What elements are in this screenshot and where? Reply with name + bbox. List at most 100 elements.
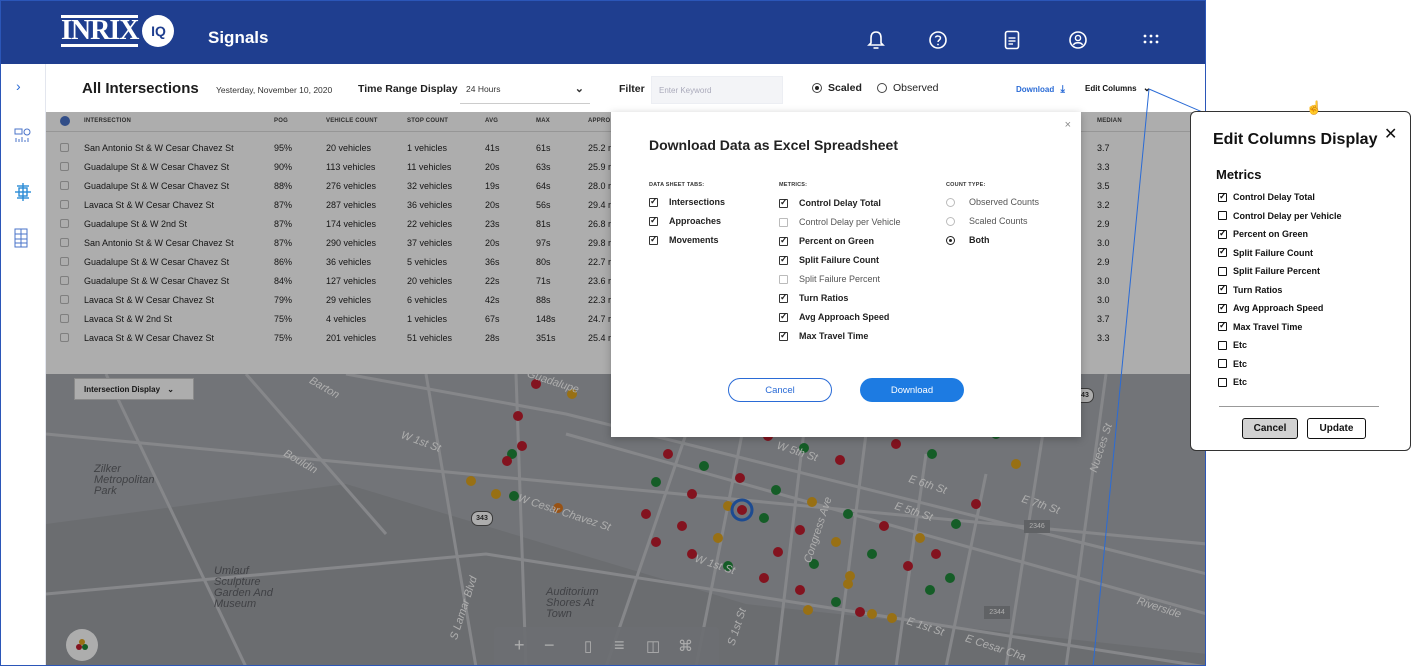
metric-option[interactable]: Control Delay per Vehicle <box>779 217 901 227</box>
divider <box>1219 406 1379 407</box>
checkbox-checked-icon <box>779 292 788 303</box>
count-type-option[interactable]: Scaled Counts <box>946 216 1028 226</box>
date-label: Yesterday, November 10, 2020 <box>216 85 333 95</box>
top-bar: INRIX IQ Signals <box>1 1 1205 64</box>
radio-unselected-icon <box>946 216 955 226</box>
bell-icon[interactable] <box>863 27 889 53</box>
help-icon[interactable] <box>925 27 951 53</box>
sheet-option[interactable]: Intersections <box>649 196 726 207</box>
network-icon[interactable] <box>14 182 32 201</box>
checkbox-checked-icon <box>649 234 658 245</box>
column-option[interactable]: Split Failure Count <box>1218 246 1313 258</box>
radio-unselected-icon <box>877 83 887 93</box>
account-icon[interactable] <box>1065 27 1091 53</box>
checkbox-checked-icon <box>779 330 788 341</box>
close-icon[interactable]: × <box>1065 119 1071 131</box>
metric-option[interactable]: Percent on Green <box>779 235 874 246</box>
column-option-label: Avg Approach Speed <box>1233 303 1324 313</box>
count-type-header: COUNT TYPE: <box>946 182 986 188</box>
checkbox-unchecked-icon <box>1218 211 1227 220</box>
checkbox-unchecked-icon <box>1218 359 1227 368</box>
checkbox-checked-icon <box>1218 246 1227 257</box>
left-rail: › <box>1 64 46 665</box>
metric-option[interactable]: Control Delay Total <box>779 197 881 208</box>
metric-option[interactable]: Max Travel Time <box>779 330 868 341</box>
option-label: Split Failure Percent <box>799 274 881 284</box>
checkbox-checked-icon <box>779 311 788 322</box>
edit-columns-popup: Edit Columns Display ✕ Metrics Control D… <box>1190 111 1411 451</box>
update-button[interactable]: Update <box>1307 418 1366 439</box>
download-button[interactable]: Download <box>860 378 964 402</box>
time-range-value: 24 Hours <box>466 84 501 94</box>
checkbox-checked-icon <box>649 215 658 226</box>
count-type-option[interactable]: Observed Counts <box>946 197 1039 207</box>
filter-input[interactable]: Enter Keyword <box>651 76 783 104</box>
column-option[interactable]: Split Failure Percent <box>1218 266 1320 276</box>
cancel-button[interactable]: Cancel <box>728 378 832 402</box>
column-option[interactable]: Control Delay Total <box>1218 191 1315 202</box>
column-option[interactable]: Etc <box>1218 359 1247 369</box>
modal-title: Download Data as Excel Spreadsheet <box>649 137 898 153</box>
checkbox-checked-icon <box>1218 228 1227 239</box>
edit-columns-button[interactable]: Edit Columns ⌄ <box>1085 83 1151 94</box>
download-icon: ⤓ <box>1060 84 1065 95</box>
edit-columns-label: Edit Columns <box>1085 84 1137 93</box>
download-link[interactable]: Download ⤓ <box>1016 84 1065 95</box>
checkbox-unchecked-icon <box>1218 340 1227 350</box>
column-option-label: Percent on Green <box>1233 229 1309 239</box>
option-label: Control Delay Total <box>799 198 881 208</box>
column-option[interactable]: Percent on Green <box>1218 228 1309 239</box>
count-type-option[interactable]: Both <box>946 235 990 245</box>
column-option-label: Max Travel Time <box>1233 321 1303 332</box>
checkbox-unchecked-icon <box>779 217 788 227</box>
page-header: All Intersections Yesterday, November 10… <box>46 64 1205 112</box>
metric-option[interactable]: Split Failure Percent <box>779 274 880 284</box>
option-label: Control Delay per Vehicle <box>799 217 901 227</box>
filter-label: Filter <box>619 83 645 95</box>
column-option[interactable]: Control Delay per Vehicle <box>1218 211 1342 221</box>
metric-option[interactable]: Avg Approach Speed <box>779 311 889 322</box>
checkbox-unchecked-icon <box>1218 266 1227 276</box>
metric-option[interactable]: Split Failure Count <box>779 254 879 265</box>
observed-radio[interactable]: Observed <box>877 82 939 94</box>
metrics-section-label: Metrics <box>1216 167 1262 182</box>
metric-option[interactable]: Turn Ratios <box>779 292 848 303</box>
edit-columns-title: Edit Columns Display <box>1213 131 1378 148</box>
checkbox-checked-icon <box>1218 283 1227 294</box>
checkbox-checked-icon <box>1218 320 1227 331</box>
download-label: Download <box>1016 85 1055 94</box>
time-range-select[interactable]: 24 Hours ⌄ <box>460 76 590 104</box>
close-icon[interactable]: ✕ <box>1384 124 1397 144</box>
expand-rail-icon[interactable]: › <box>16 78 21 94</box>
logo-badge: IQ <box>142 15 175 47</box>
column-option[interactable]: Avg Approach Speed <box>1218 302 1324 313</box>
dashboard-icon[interactable] <box>14 128 32 146</box>
scaled-radio[interactable]: Scaled <box>812 82 862 94</box>
column-option-label: Split Failure Count <box>1233 247 1313 258</box>
checkbox-checked-icon <box>779 197 788 208</box>
column-option-label: Control Delay per Vehicle <box>1233 210 1342 221</box>
column-option-label: Split Failure Percent <box>1233 266 1321 276</box>
sheet-option[interactable]: Approaches <box>649 215 722 226</box>
column-option[interactable]: Etc <box>1218 340 1247 350</box>
column-option[interactable]: Etc <box>1218 377 1247 387</box>
option-label: Split Failure Count <box>799 255 879 265</box>
column-option-label: Control Delay Total <box>1233 192 1315 202</box>
sheet-option[interactable]: Movements <box>649 234 719 245</box>
app-window: INRIX IQ Signals › All Intersections Yes… <box>0 0 1206 666</box>
option-label: Approaches <box>669 216 722 226</box>
column-option[interactable]: Turn Ratios <box>1218 283 1282 295</box>
radio-selected-icon <box>946 235 955 245</box>
apps-icon[interactable] <box>1138 27 1164 53</box>
cancel-button[interactable]: Cancel <box>1242 418 1298 439</box>
radio-selected-icon <box>812 83 822 93</box>
column-option[interactable]: Max Travel Time <box>1218 320 1303 332</box>
checkbox-unchecked-icon <box>779 274 788 284</box>
cursor-icon: ☝ <box>1306 100 1323 115</box>
inrix-logo[interactable]: INRIX IQ <box>61 13 175 49</box>
option-label: Intersections <box>669 197 726 207</box>
document-icon[interactable] <box>999 27 1025 53</box>
corridor-icon[interactable] <box>14 228 32 248</box>
chevron-down-icon: ⌄ <box>574 83 584 95</box>
checkbox-checked-icon <box>1218 302 1227 313</box>
